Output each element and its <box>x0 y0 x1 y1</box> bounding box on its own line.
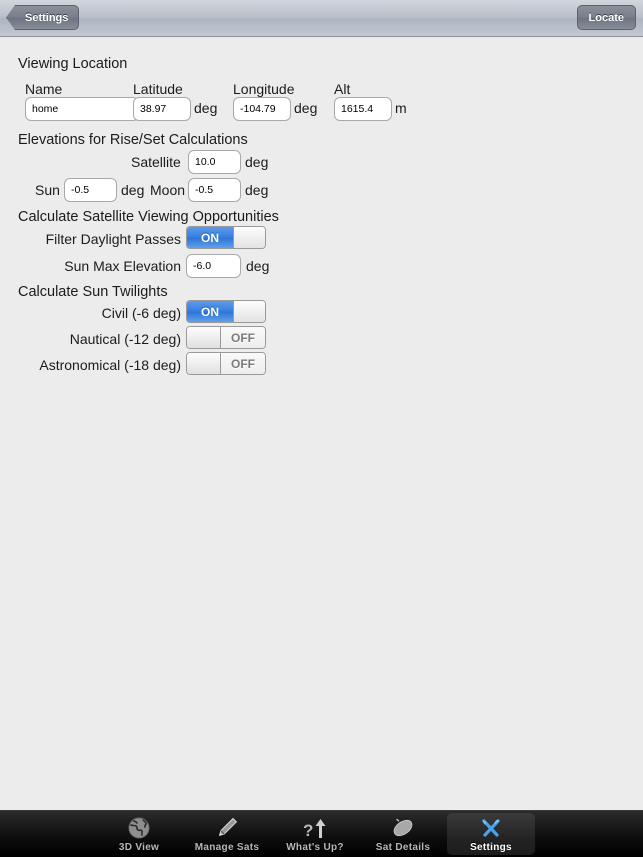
civil-twilight-label: Civil (-6 deg) <box>101 305 181 321</box>
satellite-dish-icon <box>390 815 416 840</box>
latitude-input[interactable] <box>133 97 191 121</box>
tab-3d-view[interactable]: 3D View <box>95 813 183 855</box>
sun-max-elevation-unit: deg <box>246 258 270 274</box>
moon-elevation-label: Moon <box>150 182 186 198</box>
sun-elevation-label: Sun <box>35 182 60 198</box>
longitude-unit: deg <box>294 100 318 116</box>
civil-twilight-toggle[interactable]: ON <box>186 300 266 323</box>
tab-whats-up-label: What's Up? <box>286 842 344 853</box>
pencil-icon <box>215 815 239 840</box>
longitude-input[interactable] <box>233 97 291 121</box>
tab-settings-label: Settings <box>470 842 512 853</box>
sun-max-elevation-input[interactable] <box>186 254 241 278</box>
tab-sat-details-label: Sat Details <box>375 842 431 853</box>
civil-twilight-toggle-knob <box>233 301 265 322</box>
nautical-twilight-toggle-knob <box>187 327 221 348</box>
settings-content: Viewing Location Name Latitude deg Longi… <box>0 37 643 810</box>
sun-max-elevation-label: Sun Max Elevation <box>64 258 181 274</box>
filter-daylight-passes-label: Filter Daylight Passes <box>45 231 181 247</box>
satellite-elevation-label: Satellite <box>131 154 181 170</box>
nautical-twilight-label: Nautical (-12 deg) <box>69 331 181 347</box>
tab-whats-up[interactable]: ? What's Up? <box>271 813 359 855</box>
tab-manage-sats[interactable]: Manage Sats <box>183 813 271 855</box>
locate-button[interactable]: Locate <box>576 5 636 30</box>
latitude-field-label: Latitude <box>133 81 183 97</box>
astronomical-twilight-toggle[interactable]: OFF <box>186 352 266 375</box>
section-title-sun-twilights: Calculate Sun Twilights <box>18 284 168 300</box>
alt-unit: m <box>395 100 407 116</box>
filter-daylight-passes-toggle-knob <box>233 227 265 248</box>
nautical-twilight-toggle-state: OFF <box>221 327 265 348</box>
sun-elevation-unit: deg <box>121 182 145 198</box>
filter-daylight-passes-toggle-state: ON <box>187 227 233 248</box>
nautical-twilight-toggle[interactable]: OFF <box>186 326 266 349</box>
tab-manage-sats-label: Manage Sats <box>194 842 260 853</box>
astronomical-twilight-toggle-knob <box>187 353 221 374</box>
tab-settings[interactable]: Settings <box>447 813 535 855</box>
tools-icon <box>478 815 504 840</box>
name-input[interactable] <box>25 97 139 121</box>
section-title-viewing-location: Viewing Location <box>18 56 128 72</box>
satellite-elevation-input[interactable] <box>188 150 241 174</box>
moon-elevation-input[interactable] <box>188 178 241 202</box>
latitude-unit: deg <box>194 100 218 116</box>
moon-elevation-unit: deg <box>245 182 269 198</box>
satellite-elevation-unit: deg <box>245 154 269 170</box>
longitude-field-label: Longitude <box>233 81 295 97</box>
section-title-satellite-viewing: Calculate Satellite Viewing Opportunitie… <box>18 209 279 225</box>
filter-daylight-passes-toggle[interactable]: ON <box>186 226 266 249</box>
question-arrow-icon: ? <box>302 815 328 840</box>
tab-bar: 3D View Manage Sats ? What's Up? Sat Det… <box>0 810 643 857</box>
navigation-bar: Settings Locate <box>0 0 643 37</box>
locate-button-label: Locate <box>588 11 624 24</box>
back-button[interactable]: Settings <box>6 5 80 30</box>
tab-sat-details[interactable]: Sat Details <box>359 813 447 855</box>
astronomical-twilight-label: Astronomical (-18 deg) <box>39 357 181 373</box>
alt-input[interactable] <box>334 97 392 121</box>
tab-3d-view-label: 3D View <box>118 842 160 853</box>
globe-icon <box>127 815 151 840</box>
tab-bar-spacer <box>0 811 95 857</box>
section-title-elevations: Elevations for Rise/Set Calculations <box>18 132 248 148</box>
alt-field-label: Alt <box>334 81 351 97</box>
name-field-label: Name <box>25 81 63 97</box>
sun-elevation-input[interactable] <box>64 178 117 202</box>
svg-text:?: ? <box>303 821 313 840</box>
back-button-label: Settings <box>25 11 69 24</box>
civil-twilight-toggle-state: ON <box>187 301 233 322</box>
astronomical-twilight-toggle-state: OFF <box>221 353 265 374</box>
